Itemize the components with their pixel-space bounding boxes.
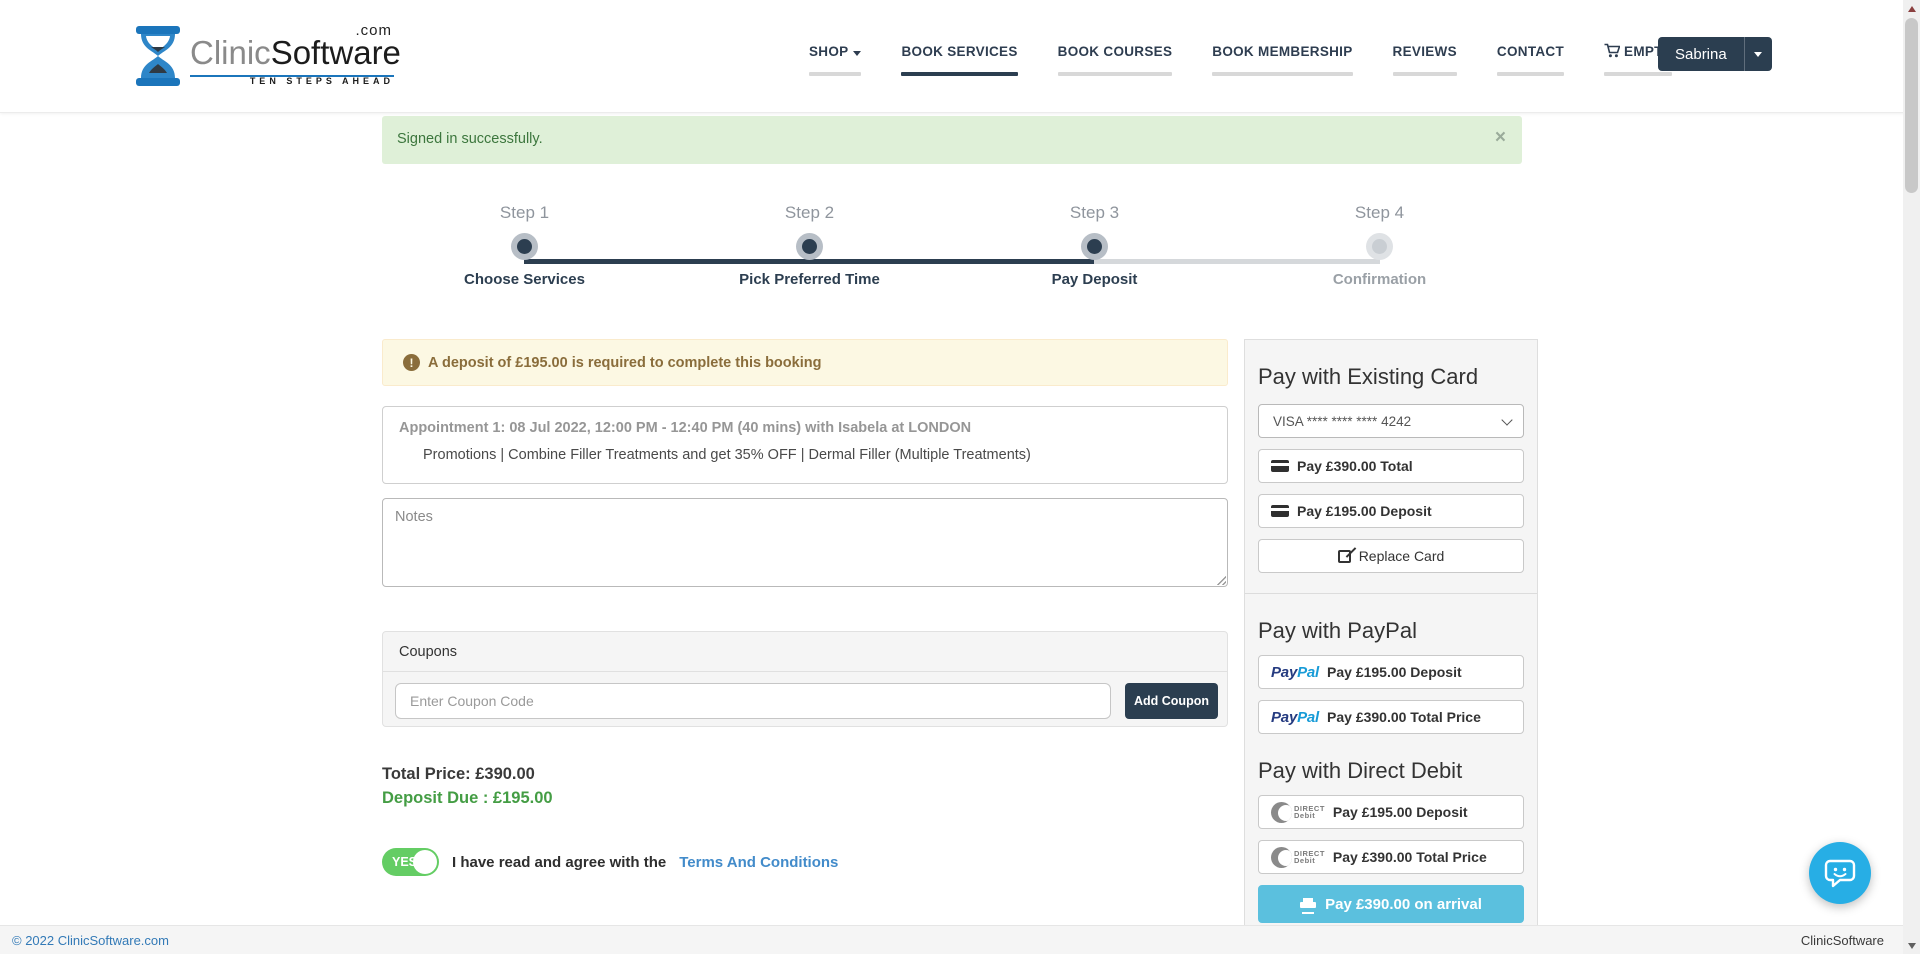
add-coupon-button[interactable]: Add Coupon <box>1125 683 1218 719</box>
scrollbar-thumb[interactable] <box>1905 18 1918 193</box>
pay-total-card-button[interactable]: Pay £390.00 Total <box>1258 449 1524 483</box>
coupons-title: Coupons <box>383 632 1227 672</box>
terms-text: I have read and agree with the <box>452 854 666 871</box>
exclamation-circle-icon <box>403 354 420 371</box>
edit-icon <box>1338 550 1351 563</box>
nav-contact[interactable]: CONTACT <box>1484 38 1577 76</box>
deposit-due: Deposit Due : £195.00 <box>382 789 553 808</box>
replace-card-button[interactable]: Replace Card <box>1258 539 1524 573</box>
coupons-panel: Coupons Add Coupon <box>382 631 1228 727</box>
progress-steps: Step 1 Choose Services Step 2 Pick Prefe… <box>382 203 1522 323</box>
nav-book-courses[interactable]: BOOK COURSES <box>1045 38 1186 76</box>
clinicsoftware-logo[interactable]: .com ClinicSoftware TEN STEPS AHEAD <box>134 24 394 92</box>
nav-book-services[interactable]: BOOK SERVICES <box>888 38 1030 76</box>
close-icon[interactable]: × <box>1495 128 1506 147</box>
appointment-summary: Appointment 1: 08 Jul 2022, 12:00 PM - 1… <box>382 406 1228 484</box>
chat-smiley-icon <box>1823 856 1857 890</box>
notes-input[interactable] <box>382 498 1228 587</box>
footer-brand: ClinicSoftware <box>1801 933 1884 948</box>
step-dot <box>517 239 532 254</box>
direct-debit-total-button[interactable]: DIRECTDebit Pay £390.00 Total Price <box>1258 840 1524 874</box>
printer-icon <box>1300 898 1316 911</box>
sidebar-divider <box>1245 593 1537 594</box>
logo-clinic: Clinic <box>190 34 271 71</box>
step-4-confirmation: Step 4 Confirmation <box>1237 203 1522 288</box>
user-name: Sabrina <box>1658 37 1744 71</box>
step-dot <box>1372 239 1387 254</box>
cart-icon <box>1604 43 1620 58</box>
existing-card-heading: Pay with Existing Card <box>1258 364 1524 390</box>
nav-book-membership[interactable]: BOOK MEMBERSHIP <box>1199 38 1365 76</box>
paypal-heading: Pay with PayPal <box>1258 618 1524 644</box>
success-alert: Signed in successfully. × <box>382 116 1522 164</box>
chevron-down-icon <box>1501 414 1512 425</box>
credit-card-icon <box>1271 460 1289 472</box>
step-dot <box>1087 239 1102 254</box>
chat-widget-button[interactable] <box>1809 842 1871 904</box>
pay-on-arrival-button[interactable]: Pay £390.00 on arrival <box>1258 885 1524 923</box>
deposit-required-notice: A deposit of £195.00 is required to comp… <box>382 339 1228 386</box>
paypal-total-button[interactable]: PayPal Pay £390.00 Total Price <box>1258 700 1524 734</box>
direct-debit-logo: DIRECTDebit <box>1271 802 1325 823</box>
appointment-details: Appointment 1: 08 Jul 2022, 12:00 PM - 1… <box>399 420 1211 436</box>
coupon-code-input[interactable] <box>395 683 1111 719</box>
logo-software: Software <box>271 34 401 71</box>
card-select-value: VISA **** **** **** 4242 <box>1273 414 1411 429</box>
appointment-service: Promotions | Combine Filler Treatments a… <box>423 447 1211 463</box>
scrollbar[interactable] <box>1903 0 1920 954</box>
step-2-pick-preferred-time: Step 2 Pick Preferred Time <box>667 203 952 288</box>
paypal-logo: PayPal <box>1271 664 1319 681</box>
hourglass-logo-icon <box>134 26 182 86</box>
nav-reviews[interactable]: REVIEWS <box>1380 38 1470 76</box>
user-menu-button[interactable]: Sabrina <box>1658 37 1772 71</box>
credit-card-icon <box>1271 505 1289 517</box>
footer: © 2022 ClinicSoftware.com ClinicSoftware <box>0 925 1920 954</box>
main-nav: SHOP BOOK SERVICES BOOK COURSES BOOK MEM… <box>796 0 1685 113</box>
terms-toggle[interactable]: YES <box>382 848 439 876</box>
alert-message: Signed in successfully. <box>397 131 543 147</box>
header: .com ClinicSoftware TEN STEPS AHEAD SHOP… <box>0 0 1920 113</box>
payment-sidebar: Pay with Existing Card VISA **** **** **… <box>1244 339 1538 929</box>
user-menu-caret[interactable] <box>1744 37 1772 71</box>
total-price: Total Price: £390.00 <box>382 765 535 784</box>
logo-tagline: TEN STEPS AHEAD <box>250 76 394 86</box>
direct-debit-heading: Pay with Direct Debit <box>1258 758 1524 784</box>
terms-and-conditions-link[interactable]: Terms And Conditions <box>679 854 838 871</box>
terms-agreement-row: YES I have read and agree with the Terms… <box>382 848 838 876</box>
paypal-logo: PayPal <box>1271 709 1319 726</box>
scroll-up-arrow[interactable] <box>1903 0 1920 17</box>
step-1-choose-services: Step 1 Choose Services <box>382 203 667 288</box>
step-3-pay-deposit: Step 3 Pay Deposit <box>952 203 1237 288</box>
card-select[interactable]: VISA **** **** **** 4242 <box>1258 404 1524 438</box>
caret-down-icon <box>1754 52 1762 57</box>
direct-debit-deposit-button[interactable]: DIRECTDebit Pay £195.00 Deposit <box>1258 795 1524 829</box>
caret-down-icon <box>853 51 861 56</box>
paypal-deposit-button[interactable]: PayPal Pay £195.00 Deposit <box>1258 655 1524 689</box>
footer-copyright-link[interactable]: © 2022 ClinicSoftware.com <box>12 933 169 948</box>
step-dot <box>802 239 817 254</box>
direct-debit-logo: DIRECTDebit <box>1271 847 1325 868</box>
pay-deposit-card-button[interactable]: Pay £195.00 Deposit <box>1258 494 1524 528</box>
nav-shop[interactable]: SHOP <box>796 38 874 76</box>
notice-text: A deposit of £195.00 is required to comp… <box>428 355 821 371</box>
scroll-down-arrow[interactable] <box>1903 937 1920 954</box>
toggle-knob <box>413 850 437 874</box>
booking-page: .com ClinicSoftware TEN STEPS AHEAD SHOP… <box>0 0 1920 954</box>
